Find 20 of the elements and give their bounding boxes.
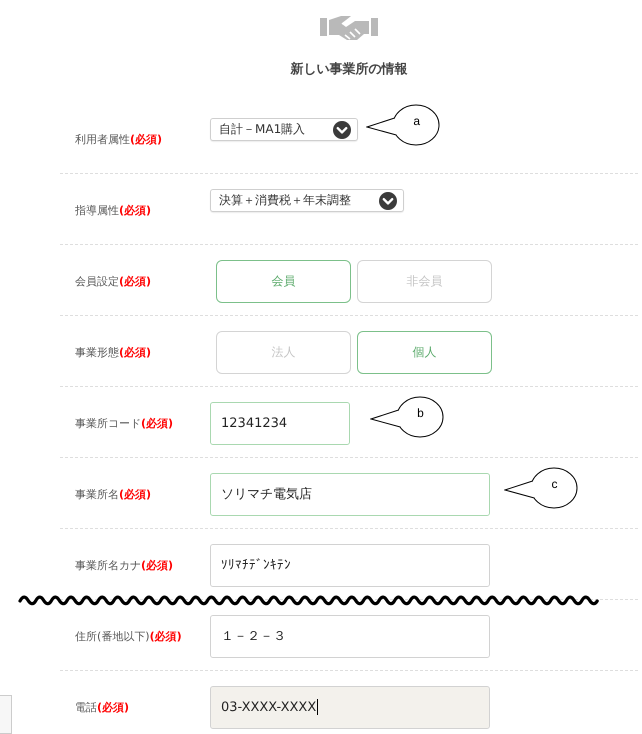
field-label: 電話(必須) xyxy=(75,700,130,714)
field-label: 利用者属性(必須) xyxy=(75,132,164,146)
field-label: 事業所名カナ(必須) xyxy=(75,558,174,572)
text-field[interactable]: 12341234 xyxy=(210,402,350,444)
text-field[interactable]: 03-XXXX-XXXX xyxy=(210,686,490,728)
form-title: 新しい事業所の情報 xyxy=(290,62,408,78)
dropdown-select[interactable]: 自計－MA1購入 xyxy=(210,118,358,141)
text-caret xyxy=(317,699,318,715)
text-field[interactable]: ｿﾘﾏﾁﾃﾞﾝｷﾃﾝ xyxy=(210,544,490,586)
field-label: 事業所コード(必須) xyxy=(75,416,174,430)
field-label: 住所(番地以下)(必須) xyxy=(75,628,183,644)
text-field[interactable]: ソリマチ電気店 xyxy=(210,472,490,516)
field-label: 指導属性(必須) xyxy=(75,202,152,218)
chevron-down-icon xyxy=(379,192,397,210)
field-label: 事業所名(必須) xyxy=(75,486,152,502)
text-field[interactable]: １－２－３ xyxy=(210,614,490,658)
field-label: 会員設定(必須) xyxy=(75,274,152,288)
field-label: 事業形態(必須) xyxy=(75,344,152,360)
chevron-down-icon xyxy=(333,120,352,138)
dropdown-select[interactable]: 決算＋消費税＋年末調整 xyxy=(210,189,404,212)
